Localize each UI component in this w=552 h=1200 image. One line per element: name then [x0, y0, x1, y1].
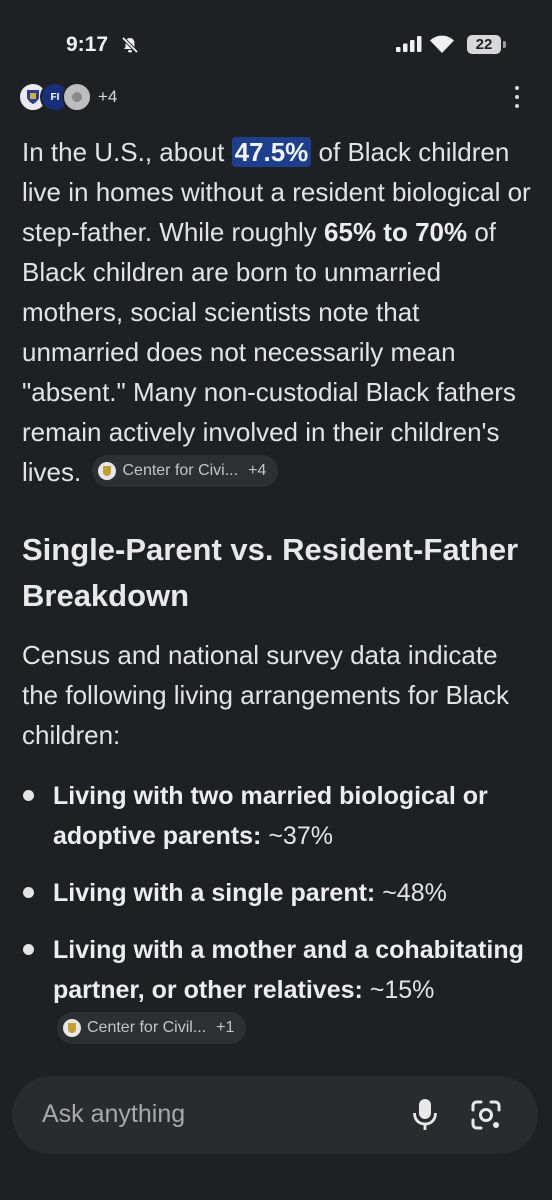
more-vert-icon[interactable]	[508, 86, 526, 108]
answer-text-1: In the U.S., about	[22, 137, 232, 167]
list-item: Living with a mother and a cohabitating …	[22, 930, 536, 1050]
battery-tip	[503, 41, 506, 48]
status-bar: 9:17 22	[0, 0, 552, 80]
list-item-value: ~48%	[375, 879, 447, 907]
list-item-label: Living with a mother and a cohabitating …	[53, 936, 524, 1004]
source-logo-icon	[63, 1019, 81, 1038]
sources-row[interactable]: FI +4	[18, 82, 118, 112]
answer-text: In the U.S., about 47.5% of Black childr…	[22, 132, 536, 492]
bullet-dot	[23, 887, 34, 898]
list-item: Living with a single parent: ~48%	[22, 873, 536, 913]
arrangement-list: Living with two married biological or ad…	[22, 776, 536, 1067]
bullet-dot	[23, 790, 34, 801]
source-chip-count: +1	[216, 1019, 235, 1037]
answer-paragraph: In the U.S., about 47.5% of Black childr…	[22, 132, 536, 492]
status-time: 9:17	[66, 33, 109, 56]
bullet-dot	[23, 944, 34, 955]
ask-input-bar[interactable]: Ask anything	[12, 1076, 538, 1154]
bell-off-icon	[121, 36, 139, 59]
sources-count: +4	[98, 87, 118, 106]
highlight-percent[interactable]: 47.5%	[231, 137, 312, 167]
list-item-value: ~15%	[362, 976, 435, 1004]
source-chip-2[interactable]: Center for Civil... +1	[57, 1012, 247, 1045]
source-logo-icon	[98, 462, 117, 481]
list-item-label: Living with a single parent:	[53, 879, 376, 907]
ask-input[interactable]: Ask anything	[42, 1100, 185, 1129]
wifi-icon	[429, 34, 455, 59]
answer-text-3: of Black children are born to unmarried …	[22, 217, 516, 487]
section-heading: Single-Parent vs. Resident-Father Breakd…	[22, 532, 519, 613]
signal-icon	[396, 36, 422, 57]
lens-icon[interactable]	[470, 1099, 502, 1136]
battery-icon: 22	[467, 35, 501, 54]
mic-icon[interactable]	[412, 1098, 438, 1137]
source-chip-count: +4	[248, 462, 267, 480]
list-item: Living with two married biological or ad…	[22, 776, 536, 856]
source-chip-label: Center for Civi...	[122, 462, 239, 480]
list-item-value: ~37%	[261, 822, 333, 850]
source-avatar-3	[62, 82, 92, 112]
section-intro: Census and national survey data indicate…	[22, 640, 510, 750]
answer-bold-range: 65% to 70%	[324, 217, 468, 247]
source-chip-1[interactable]: Center for Civi... +4	[92, 455, 279, 488]
source-chip-label: Center for Civil...	[87, 1019, 207, 1037]
